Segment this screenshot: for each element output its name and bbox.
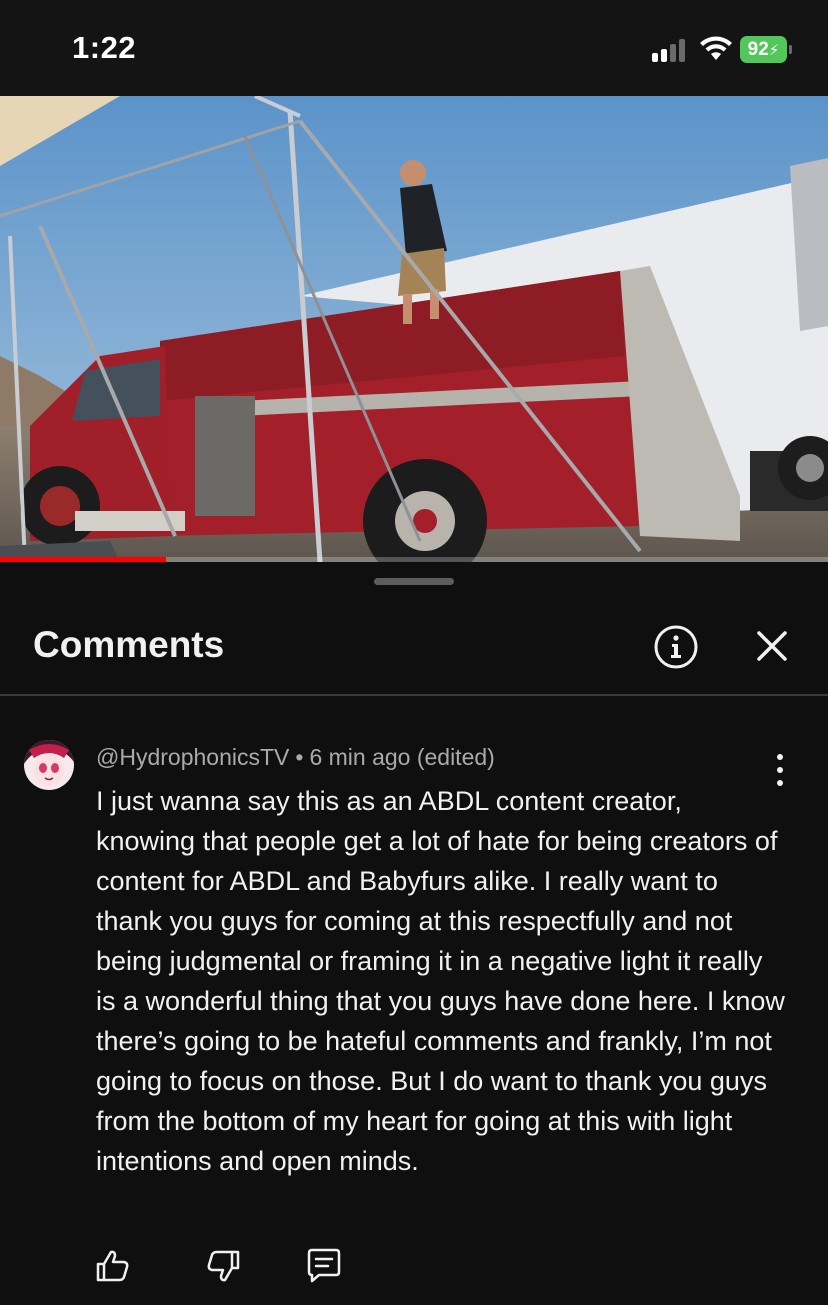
meta-separator: • <box>295 744 304 770</box>
status-time: 1:22 <box>72 30 137 65</box>
avatar[interactable] <box>24 740 74 790</box>
comment-time: 6 min ago (edited) <box>309 744 495 770</box>
status-bar: 1:22 92⚡ <box>0 0 828 96</box>
battery-percent: 92 <box>747 39 769 60</box>
comment-actions <box>0 1246 828 1286</box>
thumbs-down-icon[interactable] <box>204 1246 244 1286</box>
comment-text: I just wanna say this as an ABDL content… <box>96 786 785 1176</box>
header-divider <box>0 694 828 696</box>
close-icon[interactable] <box>750 624 794 668</box>
wifi-icon <box>700 36 732 60</box>
battery-icon: 92⚡ <box>740 36 792 63</box>
info-circle-icon[interactable] <box>653 624 699 670</box>
comment-author[interactable]: @HydrophonicsTV <box>96 744 289 770</box>
comment-meta: @HydrophonicsTV • 6 min ago (edited) <box>96 744 495 771</box>
reply-icon[interactable] <box>304 1246 344 1286</box>
comments-title: Comments <box>33 624 225 665</box>
video-player[interactable] <box>0 96 828 562</box>
cellular-signal-icon <box>652 38 690 62</box>
thumbs-up-icon[interactable] <box>92 1246 132 1286</box>
video-frame <box>0 96 828 562</box>
drag-handle[interactable] <box>374 578 454 585</box>
comments-sheet: Comments @HydrophonicsTV • 6 min ago (edit… <box>0 562 828 1305</box>
